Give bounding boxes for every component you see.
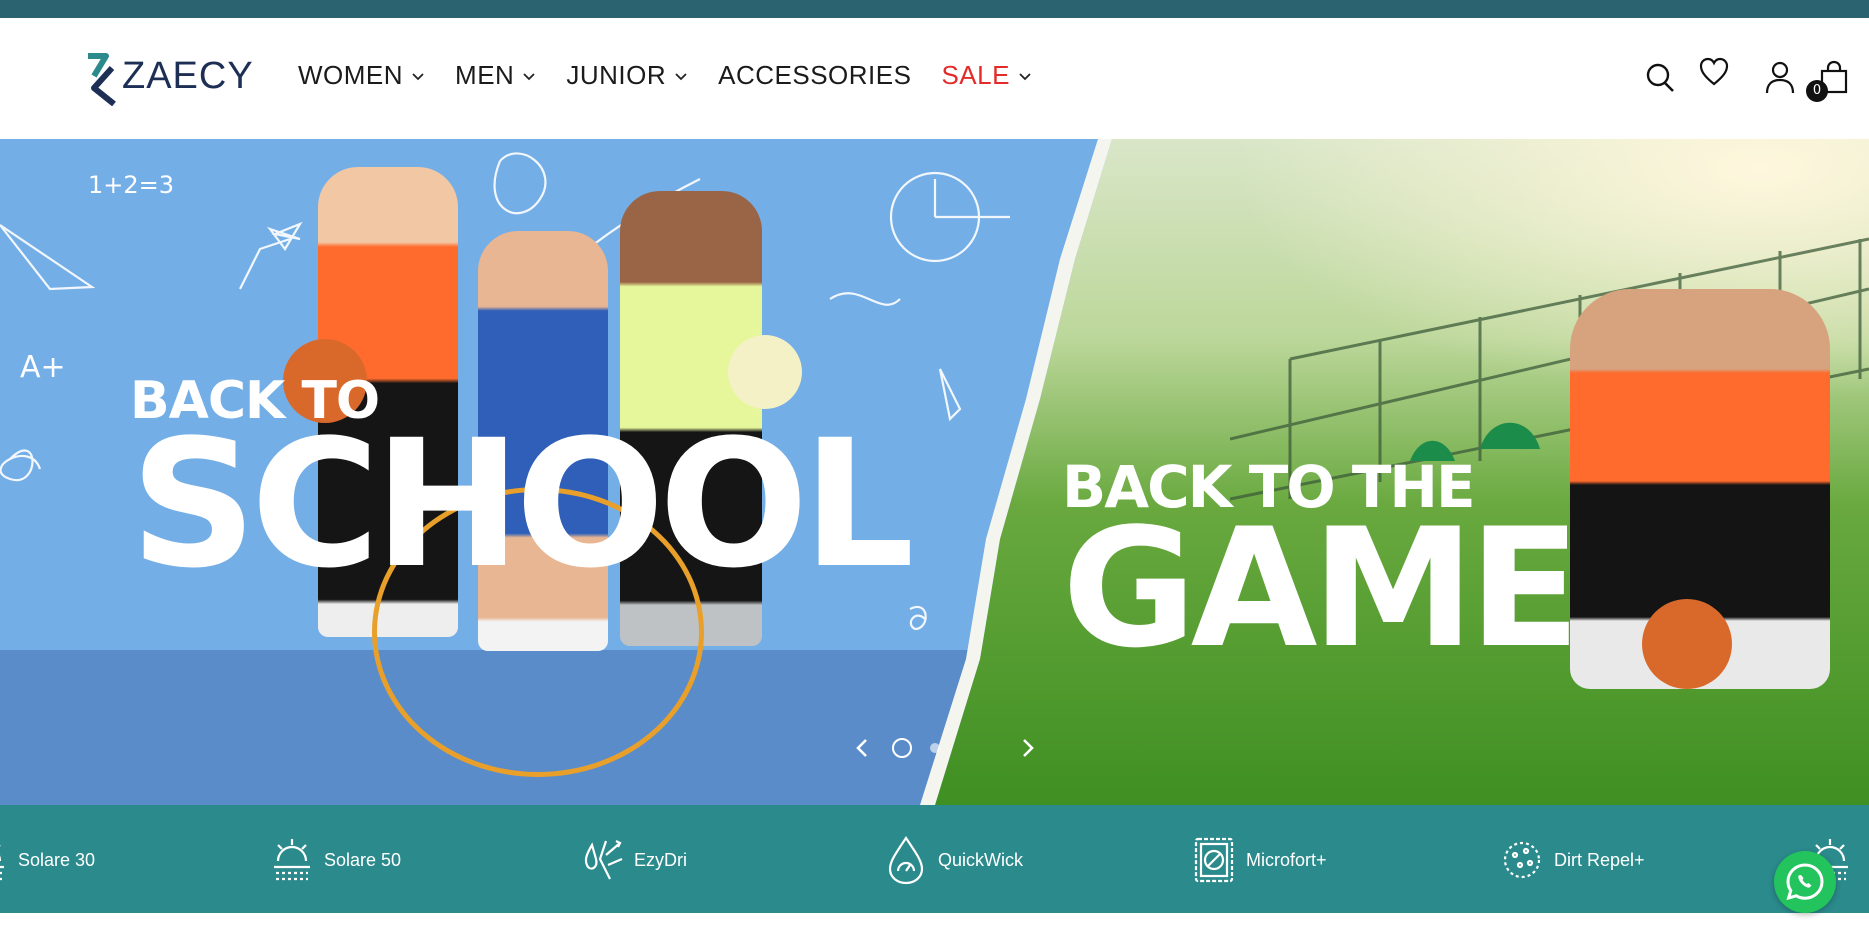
dots-circle-icon (1503, 841, 1541, 879)
drops-arrows-icon (584, 840, 623, 880)
feature-item: QuickWick (884, 835, 1023, 885)
zaecy-logo-mark (88, 53, 116, 106)
cart-button[interactable]: 0 (1806, 60, 1850, 102)
doodle-equation: 1+2=3 (88, 171, 174, 199)
hero-headline-line2: GAME (1062, 493, 1581, 684)
features-strip: Solare 30 Solare 50 EzyDri QuickWick Mic… (0, 805, 1869, 913)
hero-headline-school: BACK TO SCHOOL (130, 371, 915, 607)
feature-label: EzyDri (634, 849, 687, 870)
sun-icon (0, 845, 4, 881)
carousel-dot-2[interactable] (930, 743, 940, 753)
nav-item-label: JUNIOR (566, 60, 667, 90)
nav-item-label: WOMEN (298, 60, 404, 90)
account-button[interactable] (1764, 60, 1796, 94)
feature-item: EzyDri (580, 835, 687, 885)
wishlist-button[interactable] (1698, 56, 1730, 90)
chevron-right-icon[interactable] (1016, 737, 1038, 759)
main-nav: WOMEN MEN JUNIOR ACCESSORIES SALE (298, 60, 1032, 91)
doodle-grade: A+ (20, 350, 66, 385)
announcement-bar (0, 0, 1869, 18)
feature-label: QuickWick (938, 849, 1023, 870)
search-icon (1646, 63, 1674, 92)
basketball-graphic-right (1642, 599, 1732, 689)
carousel-controls (852, 737, 1038, 759)
feature-label: Solare 30 (18, 849, 96, 870)
feature-item: Dirt Repel+ (1500, 835, 1645, 885)
brand-wordmark: ZAECY (122, 54, 254, 97)
nav-item-label: ACCESSORIES (718, 60, 912, 90)
feature-item: Solare 50 (270, 835, 401, 885)
sun-icon (274, 839, 310, 881)
header-actions: 0 (1644, 57, 1850, 102)
feature-item: Microfort+ (1192, 835, 1327, 885)
chevron-left-icon[interactable] (852, 737, 874, 759)
feature-label: Dirt Repel+ (1554, 849, 1645, 870)
user-icon (1765, 61, 1795, 94)
chevron-down-icon (523, 72, 535, 80)
nav-item-men[interactable]: MEN (455, 60, 536, 91)
hero-headline-line2: SCHOOL (130, 402, 915, 607)
whatsapp-chat-button[interactable] (1774, 851, 1836, 913)
stamp-shield-icon (1194, 837, 1234, 883)
drop-gauge-icon (888, 836, 924, 885)
hero-headline-game: BACK TO THE GAME (1062, 453, 1581, 684)
nav-item-women[interactable]: WOMEN (298, 60, 425, 91)
chevron-down-icon (675, 72, 687, 80)
page-bottom-edge (0, 913, 1869, 929)
feature-label: Solare 50 (324, 849, 402, 870)
chevron-down-icon (412, 72, 424, 80)
nav-item-accessories[interactable]: ACCESSORIES (718, 60, 911, 91)
nav-item-junior[interactable]: JUNIOR (566, 60, 688, 91)
feature-label: Microfort+ (1246, 849, 1327, 870)
cart-count-badge: 0 (1806, 80, 1828, 102)
chevron-down-icon (1019, 72, 1031, 80)
heart-icon (1699, 57, 1729, 86)
site-header: ZAECY WOMEN MEN JUNIOR ACCESSORIES SALE (0, 18, 1869, 139)
whatsapp-icon (1786, 863, 1824, 901)
carousel-dot-1[interactable] (892, 738, 912, 758)
nav-item-sale[interactable]: SALE (941, 60, 1032, 91)
brand-logo[interactable]: ZAECY (84, 46, 254, 106)
nav-item-label: SALE (941, 60, 1010, 90)
search-button[interactable] (1644, 60, 1676, 94)
feature-item: Solare 30 (0, 835, 95, 885)
nav-item-label: MEN (455, 60, 515, 90)
hero-banner[interactable]: 1+2=3 A+ BACK TO SCHOOL BACK TO THE GAME (0, 139, 1869, 805)
